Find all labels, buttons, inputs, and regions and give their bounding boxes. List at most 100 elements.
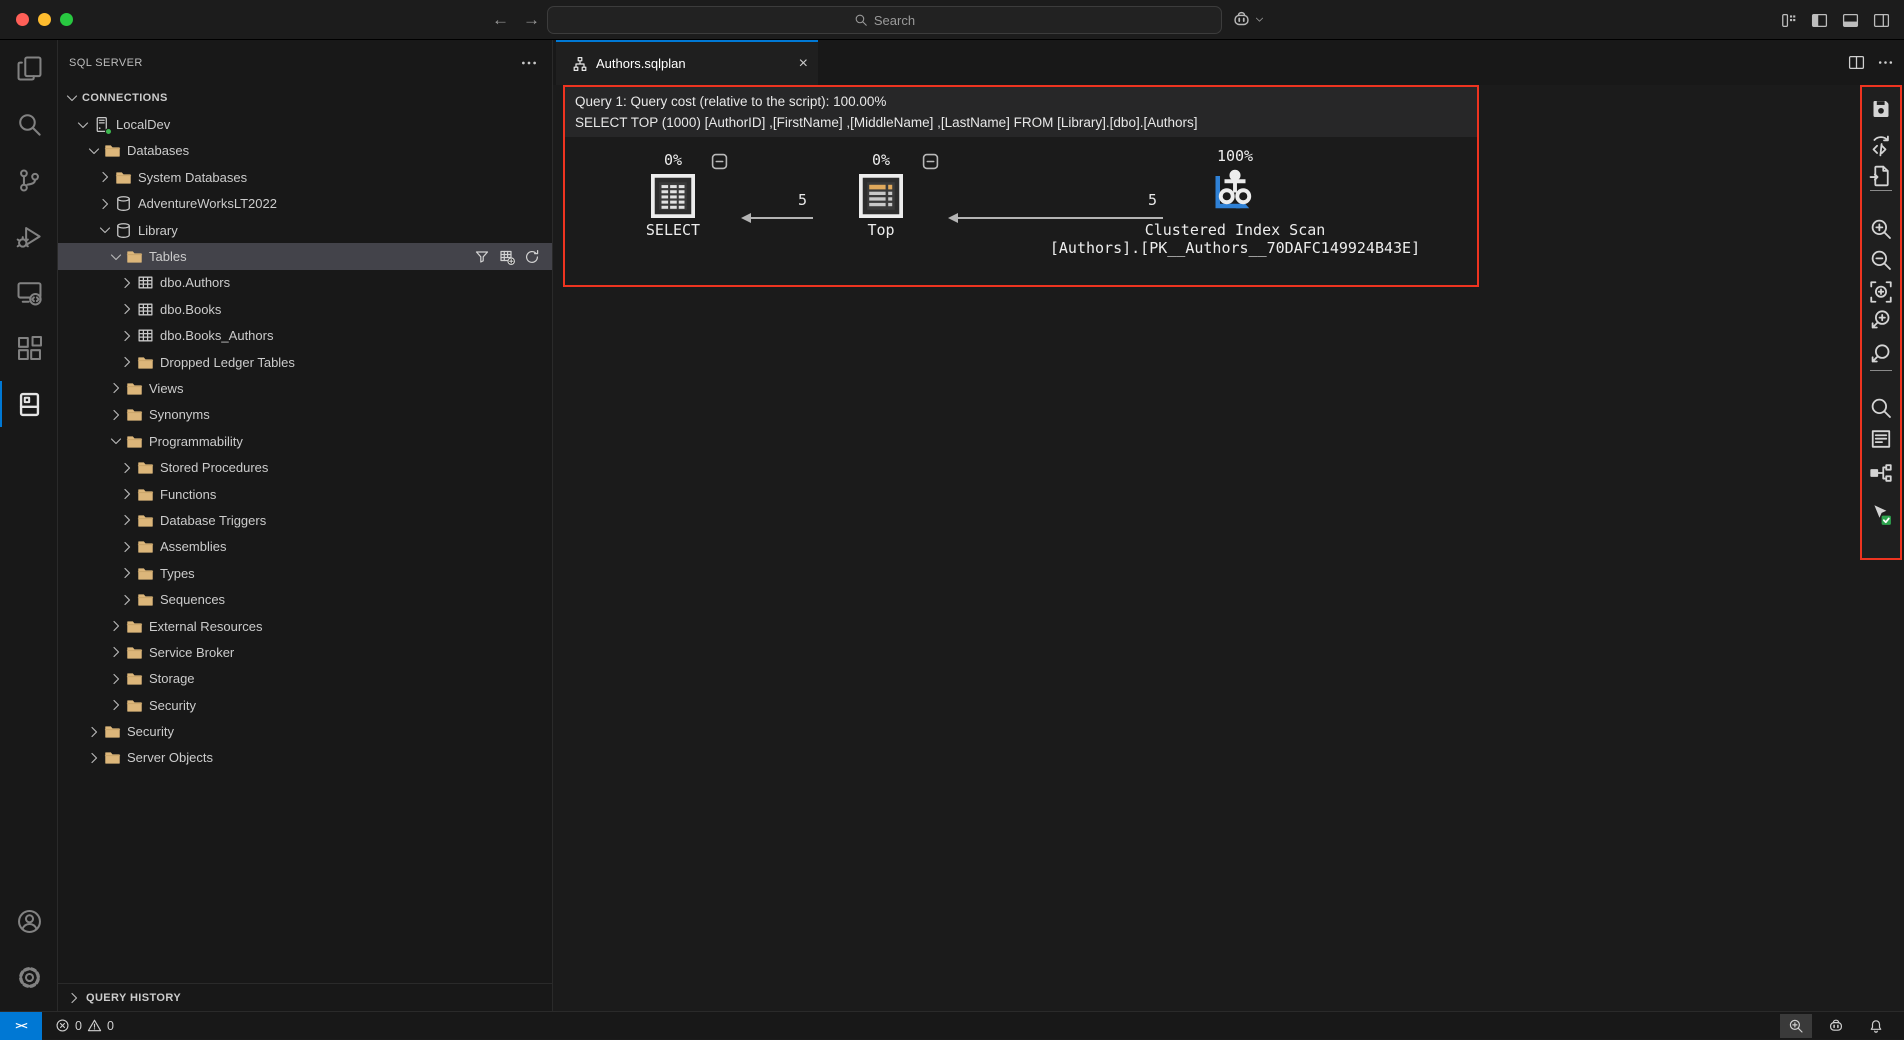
filter-icon[interactable] xyxy=(474,249,490,265)
tree-item-dbo-books-authors[interactable]: dbo.Books_Authors xyxy=(58,323,552,349)
copilot-menu[interactable] xyxy=(1232,10,1265,29)
tree-item-programmability[interactable]: Programmability xyxy=(58,428,552,454)
editor-more-actions-icon[interactable] xyxy=(1877,54,1894,71)
chevron-right-icon[interactable] xyxy=(119,539,135,555)
chevron-right-icon[interactable] xyxy=(119,512,135,528)
zoom-to-fit-icon[interactable] xyxy=(1869,280,1893,304)
tree-item-assemblies[interactable]: Assemblies xyxy=(58,534,552,560)
chevron-right-icon[interactable] xyxy=(119,328,135,344)
chevron-right-icon[interactable] xyxy=(86,724,102,740)
toggle-panel-left-icon[interactable] xyxy=(1811,12,1828,29)
chevron-right-icon[interactable] xyxy=(119,301,135,317)
chevron-right-icon[interactable] xyxy=(108,644,124,660)
chevron-down-icon[interactable] xyxy=(97,222,113,238)
chevron-down-icon[interactable] xyxy=(75,117,91,133)
tree-item-library[interactable]: Library xyxy=(58,217,552,243)
minimize-window-button[interactable] xyxy=(38,13,51,26)
chevron-right-icon[interactable] xyxy=(108,407,124,423)
tree-item-functions[interactable]: Functions xyxy=(58,481,552,507)
activity-bar-item-search[interactable] xyxy=(0,96,58,152)
plan-edge[interactable]: 5 xyxy=(743,217,813,219)
split-editor-icon[interactable] xyxy=(1848,54,1865,71)
chevron-right-icon[interactable] xyxy=(119,592,135,608)
tree-item-security[interactable]: Security xyxy=(58,718,552,744)
zoom-out-icon[interactable] xyxy=(1869,248,1893,272)
properties-icon[interactable] xyxy=(1869,427,1893,451)
chevron-right-icon[interactable] xyxy=(119,460,135,476)
chevron-right-icon[interactable] xyxy=(119,275,135,291)
activity-bar-item-explorer[interactable] xyxy=(0,40,58,96)
more-actions-icon[interactable] xyxy=(520,54,538,72)
chevron-right-icon[interactable] xyxy=(108,618,124,634)
tree-item-database-triggers[interactable]: Database Triggers xyxy=(58,507,552,533)
activity-bar-item-run-and-debug[interactable] xyxy=(0,208,58,264)
notifications-button[interactable] xyxy=(1860,1014,1892,1038)
chevron-right-icon[interactable] xyxy=(108,671,124,687)
activity-bar-item-source-control[interactable] xyxy=(0,152,58,208)
tree-item-views[interactable]: Views xyxy=(58,375,552,401)
tree-item-server-objects[interactable]: Server Objects xyxy=(58,745,552,771)
chevron-right-icon[interactable] xyxy=(119,486,135,502)
status-copilot-button[interactable] xyxy=(1820,1014,1852,1038)
tree-item-sequences[interactable]: Sequences xyxy=(58,586,552,612)
highlight-expensive-operation-icon[interactable] xyxy=(1869,342,1893,366)
collapse-node-icon[interactable] xyxy=(922,153,939,170)
query-history-panel-header[interactable]: QUERY HISTORY xyxy=(58,983,552,1011)
back-button[interactable]: ← xyxy=(492,10,509,30)
close-window-button[interactable] xyxy=(16,13,29,26)
zoom-window-button[interactable] xyxy=(60,13,73,26)
chevron-down-icon[interactable] xyxy=(86,143,102,159)
activity-bar-item-remote-explorer[interactable] xyxy=(0,264,58,320)
toggle-tooltips-icon[interactable] xyxy=(1869,503,1893,527)
tree-item-adventureworkslt2022[interactable]: AdventureWorksLT2022 xyxy=(58,191,552,217)
tree-item-synonyms[interactable]: Synonyms xyxy=(58,402,552,428)
tree-item-security[interactable]: Security xyxy=(58,692,552,718)
tree-item-types[interactable]: Types xyxy=(58,560,552,586)
tree-item-tables[interactable]: Tables xyxy=(58,243,552,269)
plan-node-clustered-index-scan[interactable]: 100% Clustered Index Scan [Authors].[PK_… xyxy=(1025,147,1445,257)
open-plan-file-icon[interactable] xyxy=(1869,164,1893,188)
chevron-right-icon[interactable] xyxy=(97,196,113,212)
show-query-xml-icon[interactable] xyxy=(1869,135,1893,159)
tree-item-localdev[interactable]: LocalDev xyxy=(58,111,552,137)
tree-item-external-resources[interactable]: External Resources xyxy=(58,613,552,639)
close-tab-icon[interactable]: × xyxy=(799,56,808,72)
save-plan-icon[interactable] xyxy=(1869,97,1893,121)
tree-item-connections[interactable]: CONNECTIONS xyxy=(58,85,552,111)
customize-layout-icon[interactable] xyxy=(1780,12,1797,29)
tree-item-service-broker[interactable]: Service Broker xyxy=(58,639,552,665)
tree-item-storage[interactable]: Storage xyxy=(58,666,552,692)
tree-item-stored-procedures[interactable]: Stored Procedures xyxy=(58,454,552,480)
chevron-down-icon[interactable] xyxy=(108,433,124,449)
chevron-down-icon[interactable] xyxy=(108,249,124,265)
tree-item-databases[interactable]: Databases xyxy=(58,138,552,164)
chevron-right-icon[interactable] xyxy=(97,169,113,185)
tree-item-dbo-books[interactable]: dbo.Books xyxy=(58,296,552,322)
forward-button[interactable]: → xyxy=(523,10,540,30)
chevron-right-icon[interactable] xyxy=(86,750,102,766)
activity-bar-item-sql-server[interactable] xyxy=(0,376,58,432)
compare-plan-icon[interactable] xyxy=(1869,461,1893,485)
toggle-panel-right-icon[interactable] xyxy=(1873,12,1890,29)
tab-authors-sqlplan[interactable]: Authors.sqlplan × xyxy=(556,40,818,85)
activity-bar-item-settings[interactable] xyxy=(0,949,58,1005)
custom-zoom-icon[interactable] xyxy=(1869,308,1893,332)
find-node-icon[interactable] xyxy=(1869,396,1893,420)
status-zoom-button[interactable] xyxy=(1780,1014,1812,1038)
chevron-right-icon[interactable] xyxy=(119,354,135,370)
chevron-right-icon[interactable] xyxy=(108,697,124,713)
chevron-down-icon[interactable] xyxy=(64,90,80,106)
tree-item-dropped-ledger-tables[interactable]: Dropped Ledger Tables xyxy=(58,349,552,375)
chevron-right-icon[interactable] xyxy=(108,380,124,396)
tree-item-system-databases[interactable]: System Databases xyxy=(58,164,552,190)
command-center-search[interactable]: Search xyxy=(547,6,1222,34)
chevron-right-icon[interactable] xyxy=(119,565,135,581)
activity-bar-item-accounts[interactable] xyxy=(0,893,58,949)
new-table-icon[interactable] xyxy=(499,249,515,265)
refresh-icon[interactable] xyxy=(524,249,540,265)
zoom-in-icon[interactable] xyxy=(1869,217,1893,241)
tree-item-dbo-authors[interactable]: dbo.Authors xyxy=(58,270,552,296)
remote-indicator[interactable]: >< xyxy=(0,1012,42,1040)
activity-bar-item-extensions[interactable] xyxy=(0,320,58,376)
toggle-panel-bottom-icon[interactable] xyxy=(1842,12,1859,29)
